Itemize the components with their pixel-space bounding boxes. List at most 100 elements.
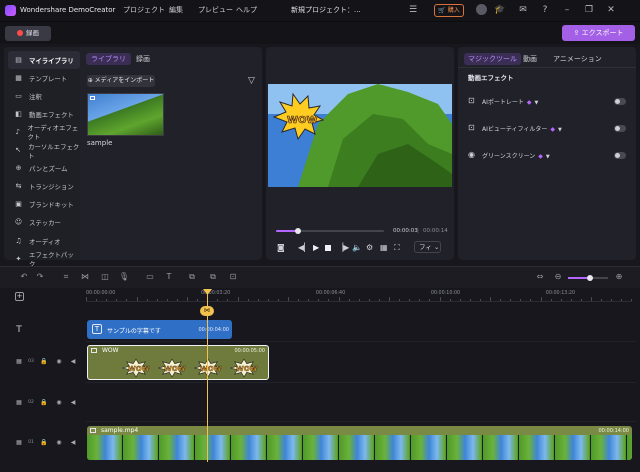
ungroup-icon[interactable]: ⧉ xyxy=(207,271,219,283)
sidebar-item-3[interactable]: ◧ 動画エフェクト xyxy=(8,105,80,123)
sidebar-item-7[interactable]: ⇆ トランジション xyxy=(8,178,80,196)
ruler-tick xyxy=(277,299,279,301)
wow-thumbnail: WOW xyxy=(121,358,151,378)
sidebar-item-2[interactable]: ▭ 注釈 xyxy=(8,87,80,105)
feature-toggle-1[interactable] xyxy=(614,125,626,132)
preview-progress-handle[interactable] xyxy=(294,228,301,234)
zoom-slider-handle[interactable] xyxy=(587,275,593,281)
caption-icon[interactable]: ▭ xyxy=(144,271,156,283)
redo-icon[interactable]: ↷ xyxy=(34,271,46,283)
previous-frame-icon[interactable]: ◀▏ xyxy=(298,243,310,252)
record-button[interactable]: 録画 xyxy=(5,26,51,41)
snapshot-icon[interactable]: ◙ xyxy=(277,243,285,252)
fullscreen-icon[interactable]: ⛶ xyxy=(394,243,400,253)
track-icon[interactable]: ▦ xyxy=(15,358,23,366)
eye-icon[interactable]: ◉ xyxy=(55,439,63,447)
text-clip-duration: 00:00:04:00 xyxy=(198,327,229,333)
menu-preview[interactable]: プレビュー xyxy=(198,5,233,15)
preview-progress-track[interactable] xyxy=(276,228,384,234)
maximize-icon[interactable]: ❐ xyxy=(583,4,595,16)
buy-button[interactable]: 🛒 購入 xyxy=(434,4,464,17)
sidebar-item-6[interactable]: ⊕ パンとズーム xyxy=(8,160,80,178)
chevron-down-icon[interactable]: ▼ xyxy=(546,154,550,160)
import-media-button[interactable]: ⊕ メディアをインポート xyxy=(87,75,155,87)
mark-icon[interactable]: ◫ xyxy=(99,271,111,283)
speaker-icon[interactable]: ◀ xyxy=(69,439,77,447)
ruler[interactable]: 00:00:00:00 00:00:03:20 00:00:06:40 00:00:1… xyxy=(86,290,633,302)
sidebar-item-9[interactable]: ☺ ステッカー xyxy=(8,214,80,232)
tab-recordings[interactable]: 録画 xyxy=(136,54,150,64)
menu-edit[interactable]: 編集 xyxy=(169,5,183,15)
zoom-out-icon[interactable]: ⊖ xyxy=(552,271,564,283)
play-icon[interactable]: ▶ xyxy=(313,243,319,252)
fit-dropdown[interactable]: フィ ⌄ xyxy=(414,241,441,253)
sidebar-item-0[interactable]: ▤ マイライブラリ xyxy=(8,51,80,69)
sidebar-item-10[interactable]: ♫ オーディオ xyxy=(8,232,80,250)
sidebar-item-label: 注釈 xyxy=(29,92,42,101)
ruler-tick xyxy=(409,299,411,301)
template-icon: ▦ xyxy=(15,73,22,82)
text-clip[interactable]: T サンプルの字幕です 00:00:04:00 xyxy=(87,320,232,339)
feature-toggle-2[interactable] xyxy=(614,152,626,159)
sidebar-item-4[interactable]: ♪ オーディオエフェクト xyxy=(8,123,80,141)
chevron-down-icon[interactable]: ▼ xyxy=(558,127,562,133)
sidebar-item-label: ブランドキット xyxy=(29,201,74,210)
split-icon[interactable]: ⋈ xyxy=(79,271,91,283)
close-icon[interactable]: ✕ xyxy=(605,4,617,16)
tab-magic-tools[interactable]: マジックツール xyxy=(464,53,521,65)
undo-icon[interactable]: ↶ xyxy=(18,271,30,283)
lock-icon[interactable]: 🔒 xyxy=(40,358,48,366)
zoom-slider[interactable] xyxy=(568,275,608,281)
tasks-icon[interactable]: ☰ xyxy=(407,4,419,16)
minimize-icon[interactable]: – xyxy=(561,4,573,16)
preview-canvas[interactable]: WOW xyxy=(268,84,452,187)
sidebar-item-8[interactable]: ▣ ブランドキット xyxy=(8,196,80,214)
settings-icon[interactable]: ⚙ xyxy=(366,243,373,252)
quality-icon[interactable]: ▦ xyxy=(380,243,388,252)
ruler-tick xyxy=(86,297,87,301)
lock-icon[interactable]: 🔒 xyxy=(40,439,48,447)
stop-icon[interactable] xyxy=(325,245,331,251)
volume-icon[interactable]: 🔈 xyxy=(352,243,362,252)
eye-icon[interactable]: ◉ xyxy=(55,358,63,366)
tab-library[interactable]: ライブラリ xyxy=(86,53,131,65)
microphone-icon[interactable]: 🎙 xyxy=(118,271,130,283)
filter-icon[interactable]: ▽ xyxy=(248,76,255,86)
title-bar: Wondershare DemoCreator プロジェクト 編集 プレビュー … xyxy=(0,0,640,22)
sticker-clip[interactable]: WOW 00:00:05:00 WOW WOW WOW WOW xyxy=(87,345,269,380)
mail-icon[interactable]: ✉ xyxy=(517,4,529,16)
eye-icon[interactable]: ◉ xyxy=(55,399,63,407)
lock-icon[interactable]: 🔒 xyxy=(40,399,48,407)
group-icon[interactable]: ⧉ xyxy=(186,271,198,283)
track-icon[interactable]: ▦ xyxy=(15,399,23,407)
speaker-icon[interactable]: ◀ xyxy=(69,358,77,366)
sidebar: ▤ マイライブラリ ▦ テンプレート ▭ 注釈 ◧ 動画エフェクト ♪ オーディオエフェクト ↖ カー… xyxy=(4,47,80,268)
playhead-split-button[interactable]: ⋈ xyxy=(200,306,214,316)
audio-effect-icon: ♪ xyxy=(15,127,20,136)
feature-toggle-0[interactable] xyxy=(614,98,626,105)
ai-icon[interactable]: ⊡ xyxy=(227,271,239,283)
sidebar-item-label: オーディオ xyxy=(29,237,61,246)
tab-video[interactable]: 動画 xyxy=(523,54,537,64)
video-clip[interactable]: sample.mp4 00:00:14:00 xyxy=(87,426,632,460)
track-icon[interactable]: ▦ xyxy=(15,439,23,447)
help-icon[interactable]: ? xyxy=(539,4,551,16)
speaker-icon[interactable]: ◀ xyxy=(69,399,77,407)
zoom-in-icon[interactable]: ⊕ xyxy=(613,271,625,283)
avatar[interactable] xyxy=(476,4,487,15)
sidebar-item-5[interactable]: ↖ カーソルエフェクト xyxy=(8,142,80,160)
menu-help[interactable]: ヘルプ xyxy=(236,5,257,15)
fit-timeline-icon[interactable]: ⇔ xyxy=(534,271,546,283)
sidebar-item-1[interactable]: ▦ テンプレート xyxy=(8,69,80,87)
menu-project[interactable]: プロジェクト xyxy=(123,5,165,15)
tab-animation[interactable]: アニメーション xyxy=(553,54,602,64)
add-track-icon[interactable]: + xyxy=(15,292,24,301)
text-tool-icon[interactable]: T xyxy=(163,271,175,283)
graduation-cap-icon[interactable]: 🎓 xyxy=(494,4,506,16)
sidebar-item-label: ステッカー xyxy=(29,219,61,228)
export-button[interactable]: ⇪ エクスポート xyxy=(562,25,635,41)
crop-icon[interactable]: ⌗ xyxy=(60,271,72,283)
chevron-down-icon[interactable]: ▼ xyxy=(535,100,539,106)
next-frame-icon[interactable]: ▕▶ xyxy=(337,243,349,252)
media-thumbnail[interactable] xyxy=(87,93,164,136)
